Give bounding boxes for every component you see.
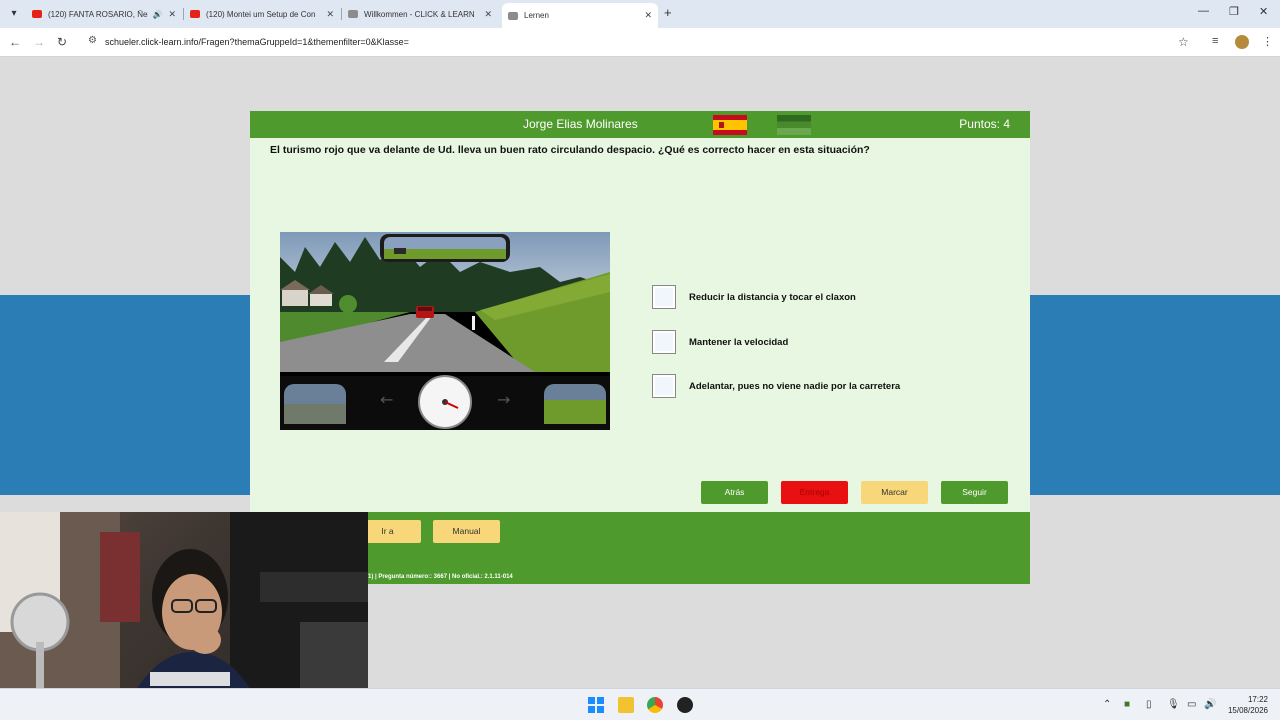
tab-title: Willkommen - CLICK & LEARN — [364, 9, 475, 19]
answer-checkbox[interactable] — [652, 374, 676, 398]
url-text[interactable]: schueler.click-learn.info/Fragen?themaGr… — [105, 37, 409, 47]
svg-text:←: ← — [380, 390, 393, 409]
volume-icon[interactable]: 🔊 — [1204, 699, 1216, 710]
back-button[interactable]: Atrás — [701, 481, 768, 504]
answer-checkbox[interactable] — [652, 285, 676, 309]
tab-youtube-1[interactable]: (120) FANTA ROSARIO, Ñengo 🔊 ✕ — [26, 3, 182, 25]
svg-text:→: → — [497, 390, 510, 409]
nvidia-icon[interactable]: ■ — [1124, 699, 1130, 710]
address-bar[interactable]: ⚙ schueler.click-learn.info/Fragen?thema… — [80, 31, 1200, 53]
windows-taskbar: ⌃ ■ ▯ 🎙 ▭ 🔊 17:22 15/08/2026 — [0, 688, 1280, 720]
restore-icon[interactable]: ❐ — [1229, 5, 1239, 18]
windows-start-icon[interactable] — [588, 697, 604, 713]
tab-title: (120) Montei um Setup de Con — [206, 9, 316, 19]
reading-list-icon[interactable]: ≡ — [1212, 35, 1218, 47]
answer-checkbox[interactable] — [652, 330, 676, 354]
app-header: Jorge Elias Molinares Puntos: 4 — [250, 111, 1030, 138]
browser-toolbar: ← → ↻ ⚙ schueler.click-learn.info/Fragen… — [0, 28, 1280, 57]
answer-option-2[interactable]: Mantener la velocidad — [652, 330, 788, 354]
question-text: El turismo rojo que va delante de Ud. ll… — [270, 144, 870, 156]
driving-scene-image: ← → — [280, 232, 610, 430]
close-tab-icon[interactable]: ✕ — [484, 9, 492, 20]
forward-arrow-icon[interactable]: → — [33, 35, 45, 49]
menu-kebab-icon[interactable]: ⋮ — [1262, 35, 1273, 48]
clock-time: 17:22 — [1247, 695, 1268, 704]
windows-logo-icon — [588, 697, 604, 713]
new-tab-icon[interactable]: + — [664, 5, 672, 20]
answer-option-3[interactable]: Adelantar, pues no viene nadie por la ca… — [652, 374, 900, 398]
answer-text: Adelantar, pues no viene nadie por la ca… — [689, 380, 901, 392]
answer-option-1[interactable]: Reducir la distancia y tocar el claxon — [652, 285, 856, 309]
points-counter: Puntos: 4 — [959, 117, 1010, 131]
usb-icon[interactable]: ▯ — [1146, 699, 1152, 710]
tab-lernen[interactable]: Lernen ✕ — [502, 3, 658, 28]
clicklearn-icon — [348, 10, 358, 18]
clock-date: 15/08/2026 — [1227, 706, 1268, 715]
language-flag-icon[interactable] — [777, 115, 811, 135]
reload-icon[interactable]: ↻ — [57, 35, 67, 49]
show-hidden-icons-icon[interactable]: ⌃ — [1103, 699, 1111, 710]
close-tab-icon[interactable]: ✕ — [168, 9, 176, 20]
obs-icon[interactable] — [677, 697, 693, 713]
tab-willkommen[interactable]: Willkommen - CLICK & LEARN ✕ — [342, 3, 498, 25]
tab-search-icon[interactable]: ▾ — [6, 6, 22, 22]
tab-title: (120) FANTA ROSARIO, Ñengo — [48, 9, 148, 19]
mark-button[interactable]: Marcar — [861, 481, 928, 504]
profile-avatar[interactable] — [1235, 35, 1249, 49]
youtube-icon — [190, 10, 200, 18]
manual-button[interactable]: Manual — [433, 520, 500, 543]
deliver-button[interactable]: Entrega — [781, 481, 848, 504]
question-info-text: 1) | Pregunta número:: 3667 | No oficial… — [368, 574, 513, 580]
close-tab-icon[interactable]: ✕ — [644, 10, 652, 21]
answer-text: Reducir la distancia y tocar el claxon — [689, 291, 856, 303]
user-name: Jorge Elias Molinares — [523, 117, 638, 131]
answer-text: Mantener la velocidad — [689, 336, 789, 348]
chrome-icon[interactable] — [647, 697, 663, 713]
tab-youtube-2[interactable]: (120) Montei um Setup de Con ✕ — [184, 3, 340, 25]
driving-scene-illustration: ← → — [280, 232, 610, 430]
clicklearn-icon — [508, 11, 518, 20]
microphone-icon[interactable]: 🎙 — [1167, 699, 1180, 710]
browser-tab-bar: ▾ (120) FANTA ROSARIO, Ñengo 🔊 ✕ (120) M… — [0, 0, 1280, 28]
minimize-icon[interactable]: — — [1198, 5, 1209, 17]
spain-flag-icon[interactable] — [713, 115, 747, 135]
speaker-icon[interactable]: 🔊 — [152, 10, 162, 19]
bookmark-star-icon[interactable]: ☆ — [1178, 35, 1189, 49]
close-window-icon[interactable]: ✕ — [1259, 5, 1268, 18]
flag-crest — [719, 122, 724, 128]
network-icon[interactable]: ▭ — [1187, 699, 1196, 710]
back-arrow-icon[interactable]: ← — [9, 35, 21, 49]
question-panel: El turismo rojo que va delante de Ud. ll… — [250, 138, 1030, 512]
file-explorer-icon[interactable] — [618, 697, 634, 713]
tab-title: Lernen — [524, 11, 549, 20]
next-button[interactable]: Seguir — [941, 481, 1008, 504]
close-tab-icon[interactable]: ✕ — [326, 9, 334, 20]
youtube-icon — [32, 10, 42, 18]
system-clock[interactable]: 17:22 15/08/2026 — [1222, 694, 1268, 716]
site-info-icon[interactable]: ⚙ — [88, 35, 97, 46]
